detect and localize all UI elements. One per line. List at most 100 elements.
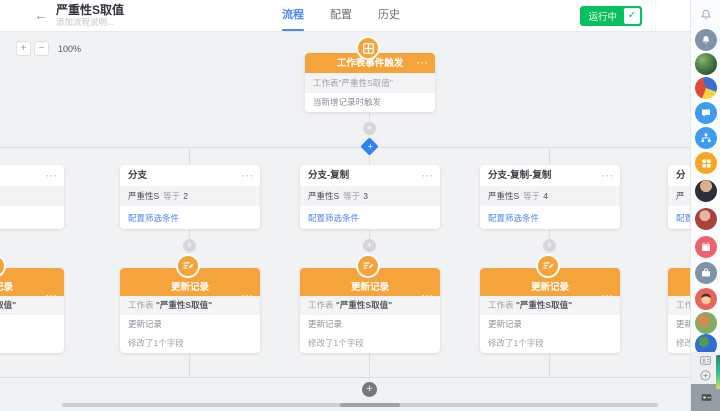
run-status-label: 运行中 [588, 12, 617, 23]
insert-step-icon[interactable]: + [543, 239, 556, 252]
connector-line [369, 351, 370, 377]
branch-card[interactable]: 分支-复制 ··· 严重性S 等于 3 配置筛选条件 [300, 165, 440, 229]
branch-card[interactable]: ··· [0, 165, 64, 229]
configure-filter-link[interactable]: 配置筛选条件 [668, 206, 690, 229]
insert-step-icon[interactable]: + [363, 239, 376, 252]
run-status-toggle[interactable]: 运行中 ✓ [580, 6, 642, 26]
trigger-card[interactable]: 工作表事件触发 ··· 工作表"严重性S取值" 当新增记录时触发 [305, 53, 435, 112]
trigger-table-row: 工作表"严重性S取值" [305, 73, 435, 93]
branch-condition-row: 严重性S 等于 3 [300, 186, 440, 206]
branch-card[interactable]: 分支-复制-复制 ··· 严重性S 等于 4 配置筛选条件 [480, 165, 620, 229]
flow-canvas[interactable]: + − 100% + + + + + + 工作表事件触发 ··· 工作表"严重性… [0, 32, 690, 411]
more-menu-icon[interactable]: ··· [422, 276, 434, 316]
connector-line [549, 351, 550, 377]
configure-filter-link[interactable] [0, 206, 64, 229]
page-title: 严重性S取值 [56, 3, 125, 17]
title-block: 严重性S取值 添加流程说明... [56, 3, 124, 28]
chat-app-icon[interactable] [695, 102, 717, 124]
calendar-app-icon[interactable] [695, 236, 717, 258]
zoom-out-button[interactable]: − [34, 41, 49, 56]
connector-line [189, 351, 190, 377]
cartoon-animal-avatar[interactable] [695, 312, 717, 334]
zoom-in-button[interactable]: + [16, 41, 31, 56]
action-card[interactable]: 更新记录 ··· 工作表 "严重性S取值" 更新记录 修改了1个字段 [480, 268, 620, 353]
trigger-event-row: 当新增记录时触发 [313, 97, 382, 107]
action-title: 更新记录 [350, 282, 389, 293]
top-bar: ← 严重性S取值 添加流程说明... 流程 配置 历史 运行中 ✓ [0, 0, 690, 32]
mascot-sticker-icon[interactable] [695, 77, 717, 99]
tab-bar: 流程 配置 历史 [282, 0, 400, 32]
insert-step-icon[interactable]: + [363, 122, 376, 135]
action-card[interactable]: 更新记录 ··· 工作表 "严重性S取值" 更新记录 修改了1个字段 [300, 268, 440, 353]
action-detail-row: 修改了1个字段 [0, 334, 64, 353]
branch-split-icon[interactable]: + [360, 137, 379, 156]
more-menu-icon[interactable]: ··· [242, 276, 254, 316]
action-card[interactable]: 更新记录 工作表 "严重性S取值" 更新记录 修改了1个字段 [668, 268, 690, 353]
configure-filter-link[interactable]: 配置筛选条件 [300, 206, 440, 229]
insert-step-icon[interactable]: + [183, 239, 196, 252]
more-menu-icon[interactable]: ··· [602, 165, 614, 187]
action-detail-row: 更新记录 [308, 319, 343, 329]
scrollbar-thumb[interactable] [340, 403, 400, 407]
update-record-icon[interactable] [356, 254, 380, 278]
action-card[interactable]: 更新记录··· 工作表 "严重性S取值" 更新记录 修改了1个字段 [0, 268, 64, 353]
zoom-controls: + − 100% [16, 41, 81, 56]
branch-card[interactable]: 分支 ··· 严重性S 等于 2 配置筛选条件 [120, 165, 260, 229]
action-title: 更新记录 [170, 282, 209, 293]
action-detail-row: 更新记录 [128, 319, 163, 329]
workflow-editor-app: ← 严重性S取值 添加流程说明... 流程 配置 历史 运行中 ✓ + − 10… [0, 0, 720, 411]
add-step-button[interactable]: + [362, 382, 377, 397]
merge-line [0, 377, 690, 378]
action-detail-row: 修改了1个字段 [308, 338, 364, 348]
horizontal-scrollbar[interactable] [62, 403, 658, 407]
action-title: 更新记录 [530, 282, 569, 293]
app-grid-icon[interactable] [695, 152, 717, 174]
action-table-row: 工作表 "严重性S取值" [668, 296, 690, 315]
branch-condition-row: 严重性S 等于 4 [480, 186, 620, 206]
tab-history[interactable]: 历史 [378, 0, 400, 32]
user-avatar[interactable] [695, 53, 717, 75]
action-table-row: 工作表 "严重性S取值" [480, 296, 620, 315]
back-icon[interactable]: ← [34, 7, 48, 23]
tab-flow[interactable]: 流程 [282, 0, 304, 32]
action-detail-row: 修改了1个字段 [488, 338, 544, 348]
action-card[interactable]: 更新记录··· 工作表 "严重性S取值" 更新记录 修改了1个字段 [120, 268, 260, 353]
branch-condition-row [0, 186, 64, 206]
more-menu-icon[interactable]: ··· [602, 276, 614, 316]
branch-card[interactable]: 分 严 配置筛选条件 [668, 165, 690, 229]
bell-badge-icon[interactable] [695, 29, 717, 51]
flowchart-app-icon[interactable] [695, 127, 717, 149]
action-table-row: 工作表 "严重性S取值" [300, 296, 440, 315]
user-avatar[interactable] [695, 180, 717, 202]
briefcase-app-icon[interactable] [695, 262, 717, 284]
branch-condition-row: 严重性S 等于 2 [120, 186, 260, 206]
branch-title: 分支 [128, 170, 148, 181]
os-dock-sidebar [690, 0, 720, 411]
tab-config[interactable]: 配置 [330, 0, 352, 32]
dock-panel-icon [701, 394, 711, 401]
notification-bell-icon[interactable] [695, 4, 717, 26]
edge-widget [716, 355, 720, 389]
update-record-icon[interactable] [176, 254, 200, 278]
check-icon: ✓ [624, 8, 640, 24]
update-record-icon[interactable] [536, 254, 560, 278]
zoom-level: 100% [58, 43, 82, 54]
more-menu-icon[interactable]: ··· [242, 165, 254, 187]
configure-filter-link[interactable]: 配置筛选条件 [120, 206, 260, 229]
more-menu-icon[interactable]: ··· [417, 53, 429, 74]
configure-filter-link[interactable]: 配置筛选条件 [480, 206, 620, 229]
user-avatar[interactable] [695, 208, 717, 230]
more-menu-icon[interactable]: ··· [422, 165, 434, 187]
more-menu-icon[interactable]: ··· [46, 165, 58, 187]
branch-condition-row: 严 [668, 186, 690, 206]
action-title: 更新记录 [0, 282, 13, 293]
action-detail-row: 更新记录 [488, 319, 523, 329]
action-detail-row: 更新记录 [676, 319, 690, 329]
cartoon-face-avatar[interactable] [695, 288, 717, 310]
flow-description-placeholder[interactable]: 添加流程说明... [56, 17, 124, 28]
action-detail-row: 修改了1个字段 [128, 338, 184, 348]
branch-title: 分支-复制-复制 [488, 170, 552, 181]
more-menu-icon[interactable]: ··· [46, 276, 58, 316]
branch-title: 分 [676, 170, 686, 181]
trigger-table-icon[interactable] [356, 36, 380, 60]
